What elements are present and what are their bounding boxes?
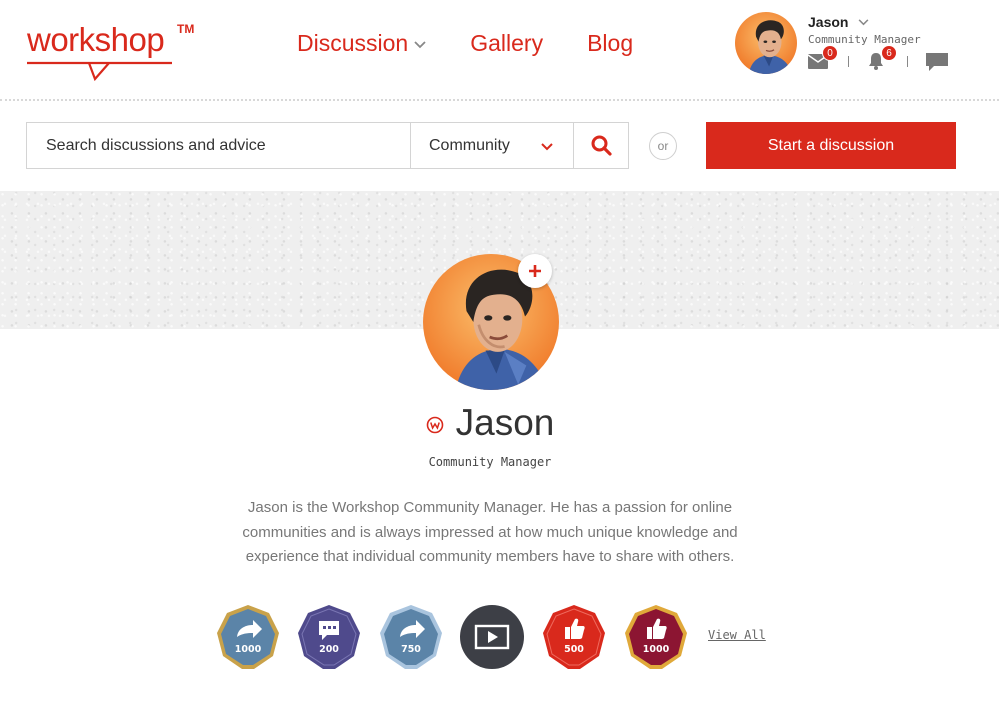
avatar-portrait xyxy=(735,12,797,74)
nav-gallery[interactable]: Gallery xyxy=(470,28,543,58)
chat-button[interactable] xyxy=(926,51,948,71)
search-scope-value: Community xyxy=(429,136,510,154)
logo-speech-tail xyxy=(27,61,172,81)
search-scope-select[interactable]: Community xyxy=(411,123,573,168)
site-header: workshop TM Discussion Gallery Blog Jaso… xyxy=(0,0,999,100)
badge-share-1000[interactable]: 1000 xyxy=(215,603,281,671)
staff-badge-icon xyxy=(426,416,443,434)
badge-comment-200[interactable]: 200 xyxy=(296,603,362,671)
share-icon xyxy=(380,605,442,669)
search-bar: Community xyxy=(26,122,629,169)
nav-discussion-label: Discussion xyxy=(297,30,409,56)
badge-count: 1000 xyxy=(234,644,262,655)
nav-blog[interactable]: Blog xyxy=(587,28,633,58)
profile-name: Jason xyxy=(455,402,555,443)
messages-button[interactable]: 0 xyxy=(807,45,838,71)
thumbs-up-icon xyxy=(625,605,687,669)
badge-count: 1000 xyxy=(642,644,670,655)
user-name-label: Jason xyxy=(808,14,849,30)
plus-icon xyxy=(529,265,541,277)
search-icon xyxy=(591,135,612,156)
search-button[interactable] xyxy=(574,123,629,168)
main-nav: Discussion Gallery Blog xyxy=(297,28,633,58)
logo-trademark: TM xyxy=(177,22,195,36)
nav-discussion[interactable]: Discussion xyxy=(297,28,426,58)
chevron-down-icon xyxy=(414,41,426,49)
user-menu[interactable]: Jason Community Manager 0 6 xyxy=(735,12,985,76)
share-icon xyxy=(217,605,279,669)
view-all-badges-link[interactable]: View All xyxy=(708,628,766,642)
badge-count: 200 xyxy=(319,644,339,655)
badge-video[interactable] xyxy=(459,603,525,671)
comment-icon xyxy=(298,605,360,669)
badge-count: 500 xyxy=(564,644,584,655)
profile-name-row: Jason xyxy=(0,400,980,446)
badge-like-500[interactable]: 500 xyxy=(541,603,607,671)
search-input[interactable] xyxy=(27,123,410,168)
follow-button[interactable] xyxy=(518,254,552,288)
user-icons: 0 6 xyxy=(807,45,948,71)
profile-bio: Jason is the Workshop Community Manager.… xyxy=(242,499,738,565)
user-name[interactable]: Jason xyxy=(808,14,869,30)
user-role: Community Manager xyxy=(808,33,921,46)
start-discussion-button[interactable]: Start a discussion xyxy=(706,122,956,169)
notifications-count-badge: 6 xyxy=(881,45,897,61)
logo-text: workshop xyxy=(27,21,165,58)
separator xyxy=(907,55,908,67)
badge-count: 750 xyxy=(401,644,421,655)
badge-like-1000[interactable]: 1000 xyxy=(623,603,689,671)
badge-share-750[interactable]: 750 xyxy=(378,603,444,671)
user-avatar[interactable] xyxy=(735,12,797,74)
profile-role: Community Manager xyxy=(428,455,552,469)
chevron-down-icon xyxy=(859,18,869,25)
notifications-button[interactable]: 6 xyxy=(867,45,897,71)
separator xyxy=(848,55,849,67)
thumbs-up-icon xyxy=(543,605,605,669)
messages-count-badge: 0 xyxy=(822,45,838,61)
or-divider: or xyxy=(649,132,677,160)
chevron-down-icon xyxy=(541,143,553,151)
video-icon xyxy=(460,605,524,669)
header-divider xyxy=(0,99,999,101)
workshop-logo[interactable]: workshop TM xyxy=(27,20,202,84)
chat-bubble-icon xyxy=(926,53,948,71)
